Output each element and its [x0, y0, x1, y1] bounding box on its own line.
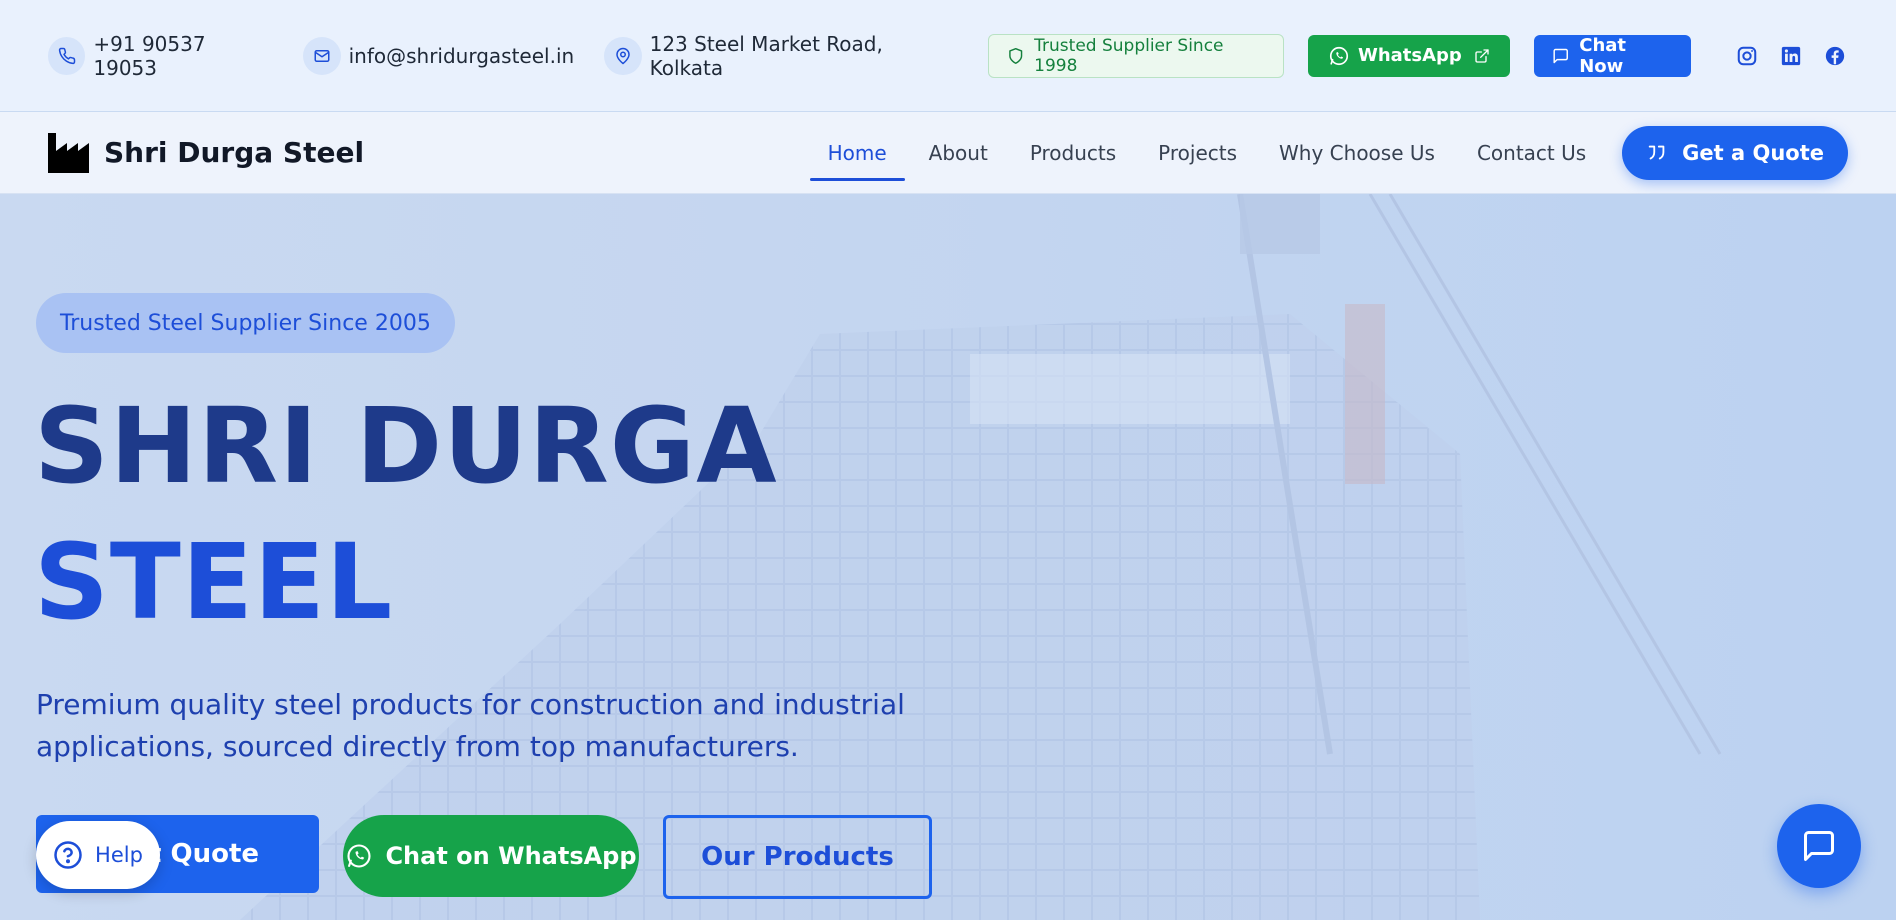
trusted-supplier-badge: Trusted Supplier Since 1998: [987, 33, 1284, 78]
phone-number: +91 90537 19053: [93, 31, 206, 80]
chat-widget-button[interactable]: [1777, 804, 1861, 888]
map-pin-icon: [604, 36, 642, 75]
chat-now-button[interactable]: Chat Now: [1533, 34, 1692, 77]
hero-title-line1: SHRI DURGA: [34, 385, 778, 507]
top-info-bar: +91 90537 19053 info@shridurgasteel.in 1…: [0, 0, 1896, 112]
address-contact: 123 Steel Market Road, Kolkata: [604, 32, 957, 80]
brand-name: Shri Durga Steel: [104, 136, 365, 169]
whatsapp-button[interactable]: WhatsApp: [1307, 34, 1510, 77]
our-products-label: Our Products: [701, 842, 894, 872]
address-text: 123 Steel Market Road, Kolkata: [649, 31, 883, 80]
nav-contact-us[interactable]: Contact Us: [1459, 123, 1604, 183]
get-a-quote-label: Get a Quote: [1682, 140, 1824, 165]
hero-title-line2: STEEL: [34, 521, 394, 643]
nav-products[interactable]: Products: [1012, 123, 1134, 183]
main-navbar: Shri Durga Steel Home About Products Pro…: [0, 112, 1896, 194]
hero-subtitle: Premium quality steel products for const…: [36, 688, 905, 763]
factory-icon: [48, 132, 89, 173]
nav-about[interactable]: About: [911, 123, 1006, 183]
linkedin-icon[interactable]: [1779, 43, 1804, 69]
whatsapp-label: WhatsApp: [1357, 45, 1462, 66]
email-address: info@shridurgasteel.in: [348, 43, 575, 68]
whatsapp-icon: [347, 844, 371, 868]
help-button[interactable]: Help: [36, 821, 160, 889]
message-square-icon: [1553, 48, 1568, 63]
nav-why-choose-us[interactable]: Why Choose Us: [1261, 123, 1453, 183]
our-products-button[interactable]: Our Products: [663, 815, 932, 899]
chat-on-whatsapp-label: Chat on WhatsApp: [385, 842, 637, 870]
message-square-icon: [1804, 831, 1834, 861]
chat-on-whatsapp-button[interactable]: Chat on WhatsApp: [343, 815, 639, 897]
brand-logo[interactable]: Shri Durga Steel: [48, 132, 365, 173]
nav-menu: Home About Products Projects Why Choose …: [804, 112, 1848, 193]
whatsapp-icon: [1329, 46, 1349, 65]
trusted-supplier-text: Trusted Supplier Since 1998: [1034, 35, 1224, 76]
hero-badge: Trusted Steel Supplier Since 2005: [36, 293, 455, 353]
quote-icon: [1648, 145, 1665, 159]
help-label: Help: [95, 843, 143, 867]
email-contact[interactable]: info@shridurgasteel.in: [302, 36, 575, 75]
help-circle-icon: [54, 841, 82, 869]
get-a-quote-button[interactable]: Get a Quote: [1622, 125, 1848, 180]
shield-icon: [1008, 47, 1022, 64]
hero-section: Trusted Steel Supplier Since 2005 SHRI D…: [0, 194, 1896, 920]
phone-icon: [48, 36, 86, 75]
external-link-icon: [1475, 48, 1489, 63]
facebook-icon[interactable]: [1823, 43, 1848, 69]
phone-contact[interactable]: +91 90537 19053: [48, 32, 273, 80]
nav-projects[interactable]: Projects: [1140, 123, 1255, 183]
mail-icon: [302, 36, 341, 75]
nav-home[interactable]: Home: [809, 123, 905, 183]
instagram-icon[interactable]: [1734, 43, 1759, 69]
chat-now-label: Chat Now: [1579, 34, 1627, 77]
